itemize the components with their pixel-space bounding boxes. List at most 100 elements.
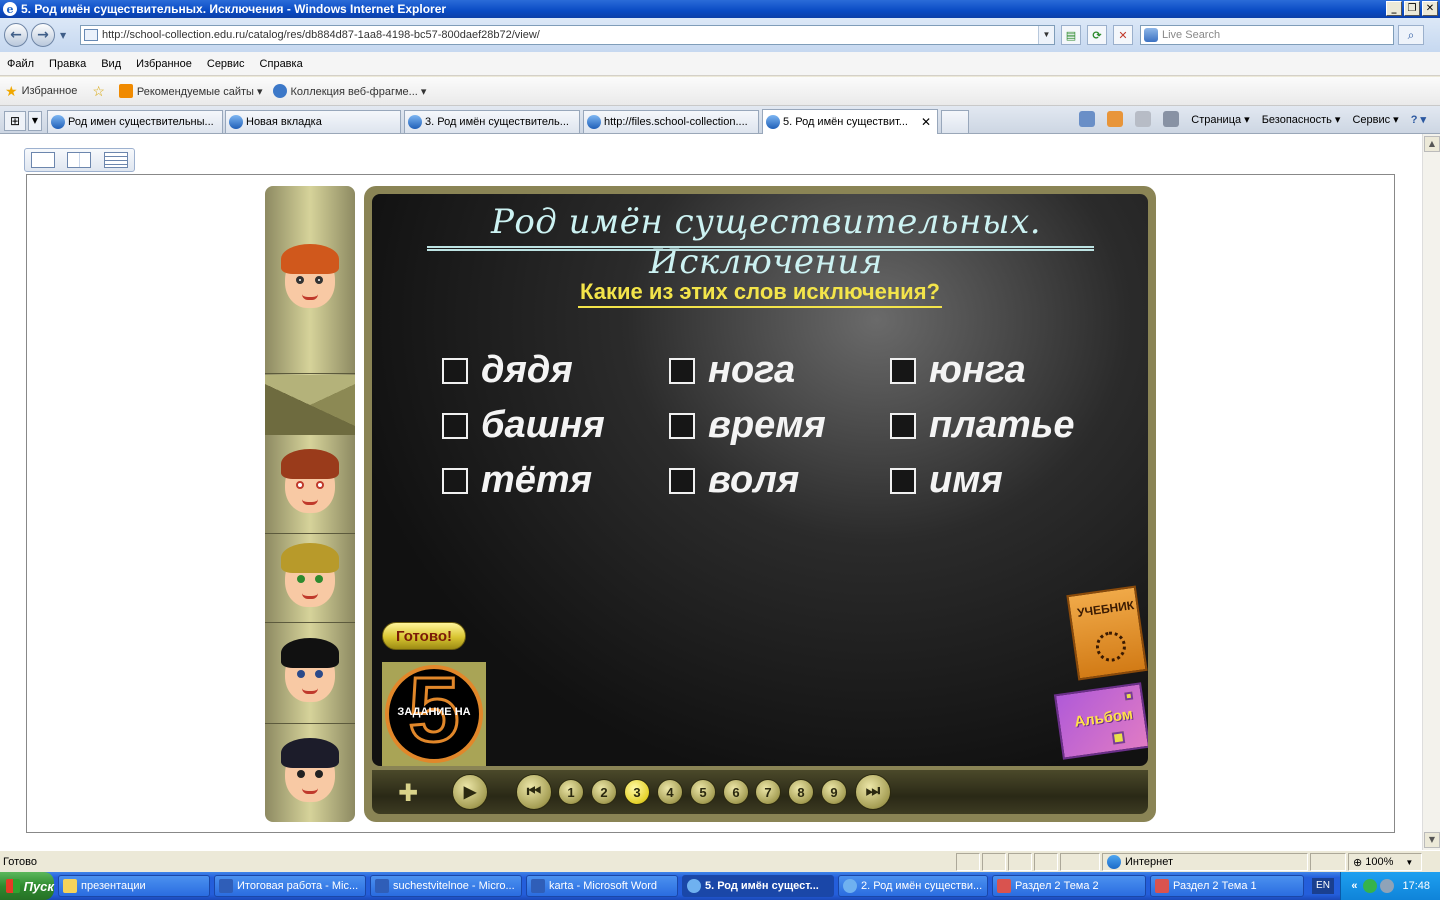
tab-3[interactable]: 3. Род имён существитель... [404,110,580,133]
word-checkbox[interactable] [669,357,695,384]
boy-blond-character[interactable] [265,535,355,623]
page-button-9[interactable]: 9 [821,779,847,805]
scroll-down-icon[interactable]: ▼ [1424,832,1440,848]
word-option[interactable]: воля [669,459,799,502]
print-icon[interactable] [1163,111,1180,127]
page-button-1[interactable]: 1 [558,779,584,805]
envelope-icon[interactable] [265,375,355,435]
taskbar-item[interactable]: suchestvitelnoe - Micro... [370,875,522,897]
new-tab-button[interactable] [941,110,969,133]
word-option[interactable]: платье [890,404,1074,447]
close-tab-icon[interactable]: ✕ [921,115,931,129]
compat-view-button[interactable]: ▤ [1061,25,1081,45]
vertical-scrollbar[interactable]: ▲ ▼ [1422,134,1440,850]
menu-help[interactable]: Справка [260,58,303,70]
last-page-button[interactable]: ⏭ [855,774,891,810]
tray-expand-icon[interactable]: « [1351,880,1357,892]
tab-4[interactable]: http://files.school-collection.... [583,110,759,133]
minimize-button[interactable]: _ [1386,1,1402,16]
play-button[interactable]: ▶ [452,774,488,810]
address-input[interactable]: http://school-collection.edu.ru/catalog/… [80,25,1055,45]
zoom-control[interactable]: ⊕ 100% ▼ [1348,853,1422,871]
taskbar-item[interactable]: karta - Microsoft Word [526,875,678,897]
word-checkbox[interactable] [442,467,468,494]
tab-5-active[interactable]: 5. Род имён существит... ✕ [762,109,938,134]
album-button[interactable]: Альбом [1053,682,1148,760]
taskbar-item[interactable]: Итоговая работа - Mic... [214,875,366,897]
taskbar-item-active[interactable]: 5. Род имён сущест... [682,875,834,897]
page-button-6[interactable]: 6 [723,779,749,805]
word-option[interactable]: дядя [442,349,573,392]
page-button-4[interactable]: 4 [657,779,683,805]
girl-braids-character[interactable] [265,624,355,724]
close-window-button[interactable]: ✕ [1422,1,1438,16]
word-checkbox[interactable] [669,467,695,494]
help-menu[interactable]: ? ▾ [1411,113,1426,126]
taskbar-item[interactable]: 2. Род имён существи... [838,875,988,897]
word-checkbox[interactable] [669,412,695,439]
menu-file[interactable]: Файл [7,58,34,70]
history-dropdown-icon[interactable]: ▼ [60,31,66,40]
quick-tabs-button[interactable]: ⊞ [4,111,26,131]
girl-glasses-character[interactable] [265,436,355,534]
recommended-sites-link[interactable]: Рекомендуемые сайты ▾ [118,84,263,98]
view-split-button[interactable] [67,152,92,168]
ready-button[interactable]: Готово! [382,622,466,650]
web-slice-gallery-link[interactable]: Коллекция веб-фрагме... ▾ [272,84,426,98]
word-checkbox[interactable] [442,357,468,384]
puzzle-hint-icon[interactable]: ✚ [388,778,428,808]
textbook-button[interactable]: УЧЕБНИК [1066,585,1148,681]
word-option[interactable]: время [669,404,826,447]
first-page-button[interactable]: ⏮ [516,774,552,810]
page-button-8[interactable]: 8 [788,779,814,805]
add-favorite-button[interactable]: ☆ [87,83,109,100]
scroll-up-icon[interactable]: ▲ [1424,136,1440,152]
safety-menu[interactable]: Безопасность ▾ [1262,113,1341,126]
view-list-button[interactable] [103,152,128,168]
page-button-7[interactable]: 7 [755,779,781,805]
word-checkbox[interactable] [890,467,916,494]
tab-1[interactable]: Род имен существительны... [47,110,223,133]
home-icon[interactable] [1079,111,1096,127]
menu-tools[interactable]: Сервис [207,58,245,70]
menu-edit[interactable]: Правка [49,58,86,70]
address-dropdown-icon[interactable]: ▼ [1038,26,1054,44]
view-single-button[interactable] [31,152,56,168]
search-input[interactable]: Live Search [1140,25,1394,45]
tray-app-icon[interactable] [1380,879,1395,893]
forward-button[interactable]: → [31,23,55,47]
taskbar-item[interactable]: Раздел 2 Тема 1 [1150,875,1304,897]
tools-menu[interactable]: Сервис ▾ [1352,113,1398,126]
stop-button[interactable]: ✕ [1113,25,1133,45]
menu-favorites[interactable]: Избранное [136,58,192,70]
teacher-character[interactable] [265,186,355,374]
taskbar-item[interactable]: Раздел 2 Тема 2 [992,875,1146,897]
word-checkbox[interactable] [890,412,916,439]
page-button-3-current[interactable]: 3 [624,779,650,805]
page-menu[interactable]: Страница ▾ [1191,113,1249,126]
protected-mode-icon[interactable] [1310,853,1346,871]
favorites-button[interactable]: ★ Избранное [0,83,77,100]
language-indicator[interactable]: EN [1312,878,1334,894]
refresh-button[interactable]: ⟳ [1087,25,1107,45]
feeds-icon[interactable] [1107,111,1124,127]
word-checkbox[interactable] [890,357,916,384]
tab-2[interactable]: Новая вкладка [225,110,401,133]
word-option[interactable]: имя [890,459,1003,502]
search-button[interactable]: ⌕ [1398,25,1424,45]
word-option[interactable]: тётя [442,459,592,502]
start-button[interactable]: Пуск [0,872,54,900]
menu-view[interactable]: Вид [101,58,121,70]
word-option[interactable]: башня [442,404,605,447]
taskbar-item[interactable]: презентации [58,875,210,897]
word-checkbox[interactable] [442,412,468,439]
boy-dark-character[interactable] [265,725,355,822]
tray-app-icon[interactable] [1363,879,1378,893]
word-option[interactable]: нога [669,349,795,392]
page-button-5[interactable]: 5 [690,779,716,805]
back-button[interactable]: ← [4,23,28,47]
mail-icon[interactable] [1135,111,1152,127]
word-option[interactable]: юнга [890,349,1026,392]
maximize-button[interactable]: ❐ [1404,1,1420,16]
tab-list-dropdown[interactable]: ▼ [28,111,42,131]
